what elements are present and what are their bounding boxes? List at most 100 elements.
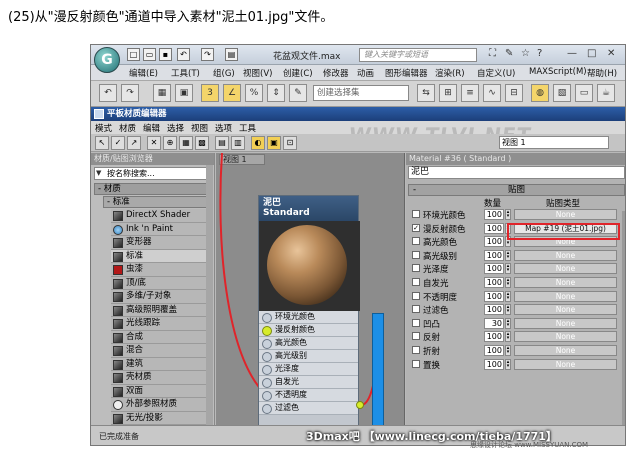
me-menu-edit[interactable]: 编辑 <box>143 122 160 134</box>
map-amount-field[interactable]: 100 <box>484 236 504 248</box>
amount-spinner-icon[interactable]: ▴ ▾ <box>505 358 511 370</box>
standard-group-header[interactable]: - 标准 <box>103 196 211 208</box>
map-slot-button[interactable]: None <box>514 263 617 275</box>
material-item[interactable]: 顶/底 <box>111 276 211 290</box>
pick-material-icon[interactable]: ↖ <box>95 136 109 150</box>
menu-rendering[interactable]: 渲染(R) <box>435 67 465 79</box>
node-slot[interactable]: 光泽度 <box>259 363 358 376</box>
menu-group[interactable]: 组(G) <box>213 67 235 79</box>
named-selection-dropdown[interactable]: 创建选择集 <box>313 85 409 101</box>
amount-spinner-icon[interactable]: ▴ ▾ <box>505 249 511 261</box>
parameter-editor-icon[interactable]: ▣ <box>267 136 281 150</box>
node-slot[interactable]: 不透明度 <box>259 389 358 402</box>
menu-tools[interactable]: 工具(T) <box>171 67 200 79</box>
show-map-icon[interactable]: ▦ <box>179 136 193 150</box>
mirror-icon[interactable]: ⇆ <box>417 84 435 102</box>
minimize-icon[interactable]: — <box>567 48 577 59</box>
menu-maxscript[interactable]: MAXScript(M) <box>529 67 587 77</box>
render-icon[interactable]: ☕ <box>597 84 615 102</box>
undo-button[interactable]: ↶ <box>99 84 117 102</box>
map-slot-button[interactable]: None <box>514 317 617 329</box>
map-amount-field[interactable]: 100 <box>484 331 504 343</box>
amount-spinner-icon[interactable]: ▴ ▾ <box>505 331 511 343</box>
material-item[interactable]: 壳材质 <box>111 371 211 385</box>
map-enable-checkbox[interactable] <box>412 318 420 327</box>
node-slot[interactable]: 自发光 <box>259 376 358 389</box>
material-item[interactable]: 高级照明覆盖 <box>111 303 211 317</box>
layout-icon[interactable]: ▤ <box>215 136 229 150</box>
search-input[interactable]: 键入关键字或短语 <box>359 48 477 62</box>
map-enable-checkbox[interactable] <box>412 291 420 300</box>
map-slot-button[interactable]: None <box>514 290 617 302</box>
map-enable-checkbox[interactable] <box>412 359 420 368</box>
material-item[interactable]: 外部参照材质 <box>111 398 211 412</box>
material-item[interactable]: 混合 <box>111 344 211 358</box>
amount-spinner-icon[interactable]: ▴ ▾ <box>505 344 511 356</box>
put-to-library-icon[interactable]: ↗ <box>127 136 141 150</box>
map-enable-checkbox[interactable] <box>412 210 420 218</box>
region-select-icon[interactable]: ▣ <box>175 84 193 102</box>
redo-icon[interactable]: ↷ <box>201 48 214 61</box>
map-enable-checkbox[interactable] <box>412 277 420 286</box>
map-enable-checkbox[interactable] <box>412 305 420 314</box>
assign-material-icon[interactable]: ✓ <box>111 136 125 150</box>
render-setup-icon[interactable]: ▧ <box>553 84 571 102</box>
spinner-snap-icon[interactable]: ⇕ <box>267 84 285 102</box>
material-item[interactable]: 合成 <box>111 330 211 344</box>
render-frame-icon[interactable]: ▭ <box>575 84 593 102</box>
save-file-icon[interactable]: ▪ <box>159 48 172 61</box>
amount-spinner-icon[interactable]: ▴ ▾ <box>505 304 511 316</box>
me-menu-view[interactable]: 视图 <box>191 122 208 134</box>
close-icon[interactable]: ✕ <box>607 48 615 59</box>
map-enable-checkbox[interactable] <box>412 250 420 259</box>
material-item[interactable]: 双面 <box>111 384 211 398</box>
percent-snap-icon[interactable]: % <box>245 84 263 102</box>
me-menu-modes[interactable]: 模式 <box>95 122 112 134</box>
menu-animation[interactable]: 动画 <box>357 67 374 79</box>
menu-edit[interactable]: 编辑(E) <box>129 67 158 79</box>
params-scrollbar[interactable] <box>622 211 625 445</box>
tools-icon[interactable]: ✎ <box>505 48 513 59</box>
map-enable-checkbox[interactable] <box>412 332 420 341</box>
node-slot-diffuse[interactable]: 漫反射颜色 <box>259 324 358 337</box>
binoculars-icon[interactable]: ⛶ <box>489 48 496 59</box>
layer-icon[interactable]: ≡ <box>461 84 479 102</box>
material-editor-icon[interactable]: ◍ <box>531 84 549 102</box>
map-amount-field[interactable]: 100 <box>484 344 504 356</box>
material-item[interactable]: DirectX Shader <box>111 209 211 223</box>
map-slot-button[interactable]: None <box>514 331 617 343</box>
node-slot[interactable]: 高光级别 <box>259 350 358 363</box>
show-background-icon[interactable]: ▩ <box>195 136 209 150</box>
map-amount-field[interactable]: 100 <box>484 249 504 261</box>
menu-help[interactable]: 帮助(H) <box>587 67 617 79</box>
material-id-icon[interactable]: ◐ <box>251 136 265 150</box>
map-amount-field[interactable]: 100 <box>484 222 504 234</box>
material-item[interactable]: 标准 <box>111 249 211 263</box>
open-file-icon[interactable]: ▭ <box>143 48 156 61</box>
material-item[interactable]: 无光/投影 <box>111 411 211 425</box>
material-item[interactable]: 建筑 <box>111 357 211 371</box>
menu-graph-editors[interactable]: 图形编辑器 <box>385 67 428 79</box>
map-amount-field[interactable]: 100 <box>484 276 504 288</box>
browser-scrollbar[interactable] <box>206 165 213 433</box>
materials-group-header[interactable]: - 材质 <box>94 183 211 195</box>
map-slot-button[interactable]: None <box>514 276 617 288</box>
map-amount-field[interactable]: 100 <box>484 304 504 316</box>
menu-customize[interactable]: 自定义(U) <box>477 67 515 79</box>
node-slot[interactable]: 高光颜色 <box>259 337 358 350</box>
material-item[interactable]: 虫漆 <box>111 263 211 277</box>
select-by-material-icon[interactable]: ⊡ <box>283 136 297 150</box>
map-enable-checkbox[interactable] <box>412 345 420 354</box>
map-slot-button[interactable]: None <box>514 304 617 316</box>
amount-spinner-icon[interactable]: ▴ ▾ <box>505 209 511 220</box>
menu-views[interactable]: 视图(V) <box>243 67 272 79</box>
amount-spinner-icon[interactable]: ▴ ▾ <box>505 317 511 329</box>
map-enable-checkbox[interactable] <box>412 237 420 246</box>
map-slot-button[interactable]: None <box>514 249 617 261</box>
material-item[interactable]: 变形器 <box>111 236 211 250</box>
material-node[interactable]: 泥巴 Standard 环境光颜色 漫反射颜色 高光颜色 高光级别 光泽度 自发… <box>258 195 360 445</box>
schematic-view-icon[interactable]: ⊟ <box>505 84 523 102</box>
maps-rollout-header[interactable]: - 贴图 <box>408 184 625 196</box>
me-menu-options[interactable]: 选项 <box>215 122 232 134</box>
material-name-field[interactable]: 泥巴 <box>408 166 625 179</box>
